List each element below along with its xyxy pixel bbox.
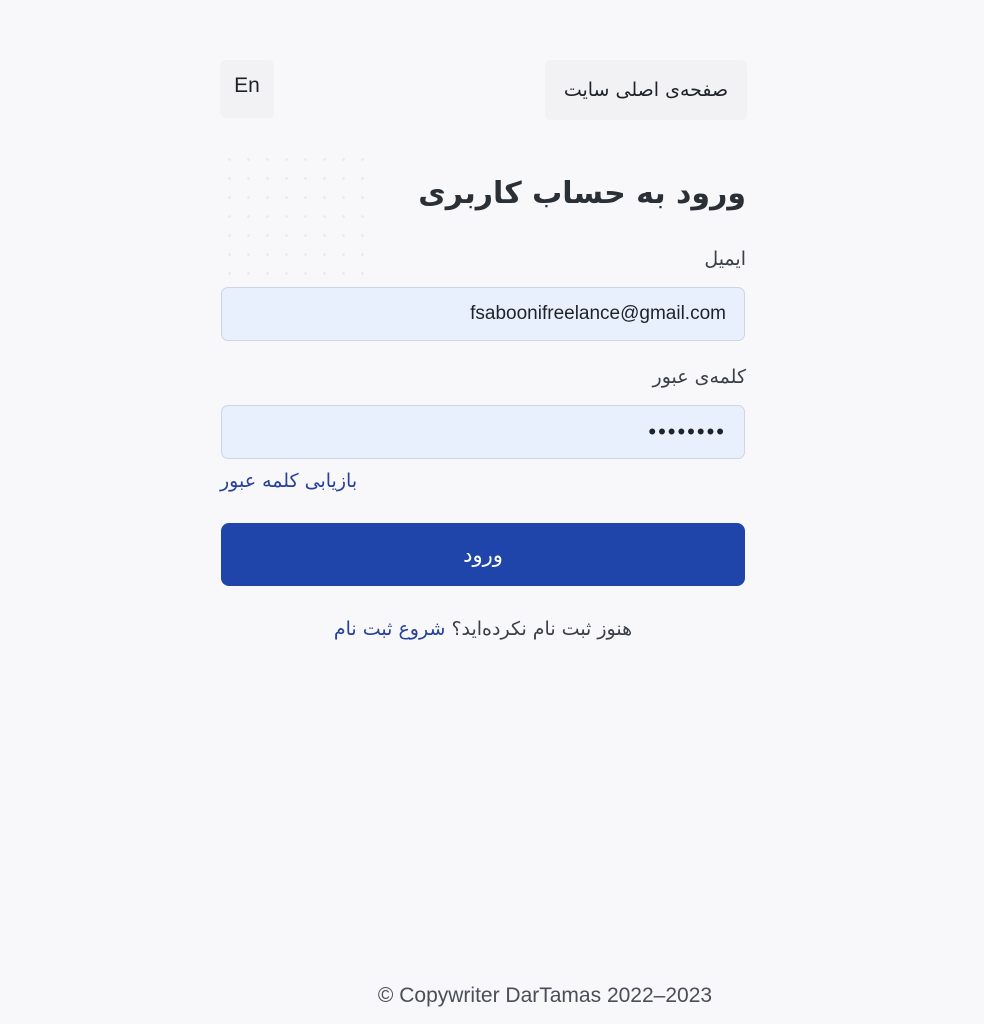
email-field[interactable] — [221, 287, 745, 341]
login-button[interactable]: ورود — [221, 523, 745, 586]
register-link[interactable]: شروع ثبت نام — [334, 618, 446, 640]
decorative-dot-pattern — [220, 150, 380, 290]
email-label: ایمیل — [704, 248, 746, 270]
register-prompt-line: هنوز ثبت نام نکرده‌اید؟ شروع ثبت نام — [221, 618, 745, 640]
language-switch-button[interactable]: En — [220, 60, 274, 118]
password-field[interactable] — [221, 405, 745, 459]
forgot-password-link[interactable]: بازیابی کلمه عبور — [220, 470, 357, 492]
home-page-label: صفحه‌ی اصلی سایت — [563, 79, 729, 101]
footer-copyright: © Copywriter DarTamas 2022–2023 — [377, 984, 713, 1007]
page-title: ورود به حساب کاربری — [418, 176, 746, 211]
password-label: کلمه‌ی عبور — [652, 366, 746, 388]
register-prompt-text: هنوز ثبت نام نکرده‌اید؟ — [451, 618, 633, 640]
language-switch-label: En — [234, 74, 260, 97]
home-page-button[interactable]: صفحه‌ی اصلی سایت — [545, 60, 747, 120]
